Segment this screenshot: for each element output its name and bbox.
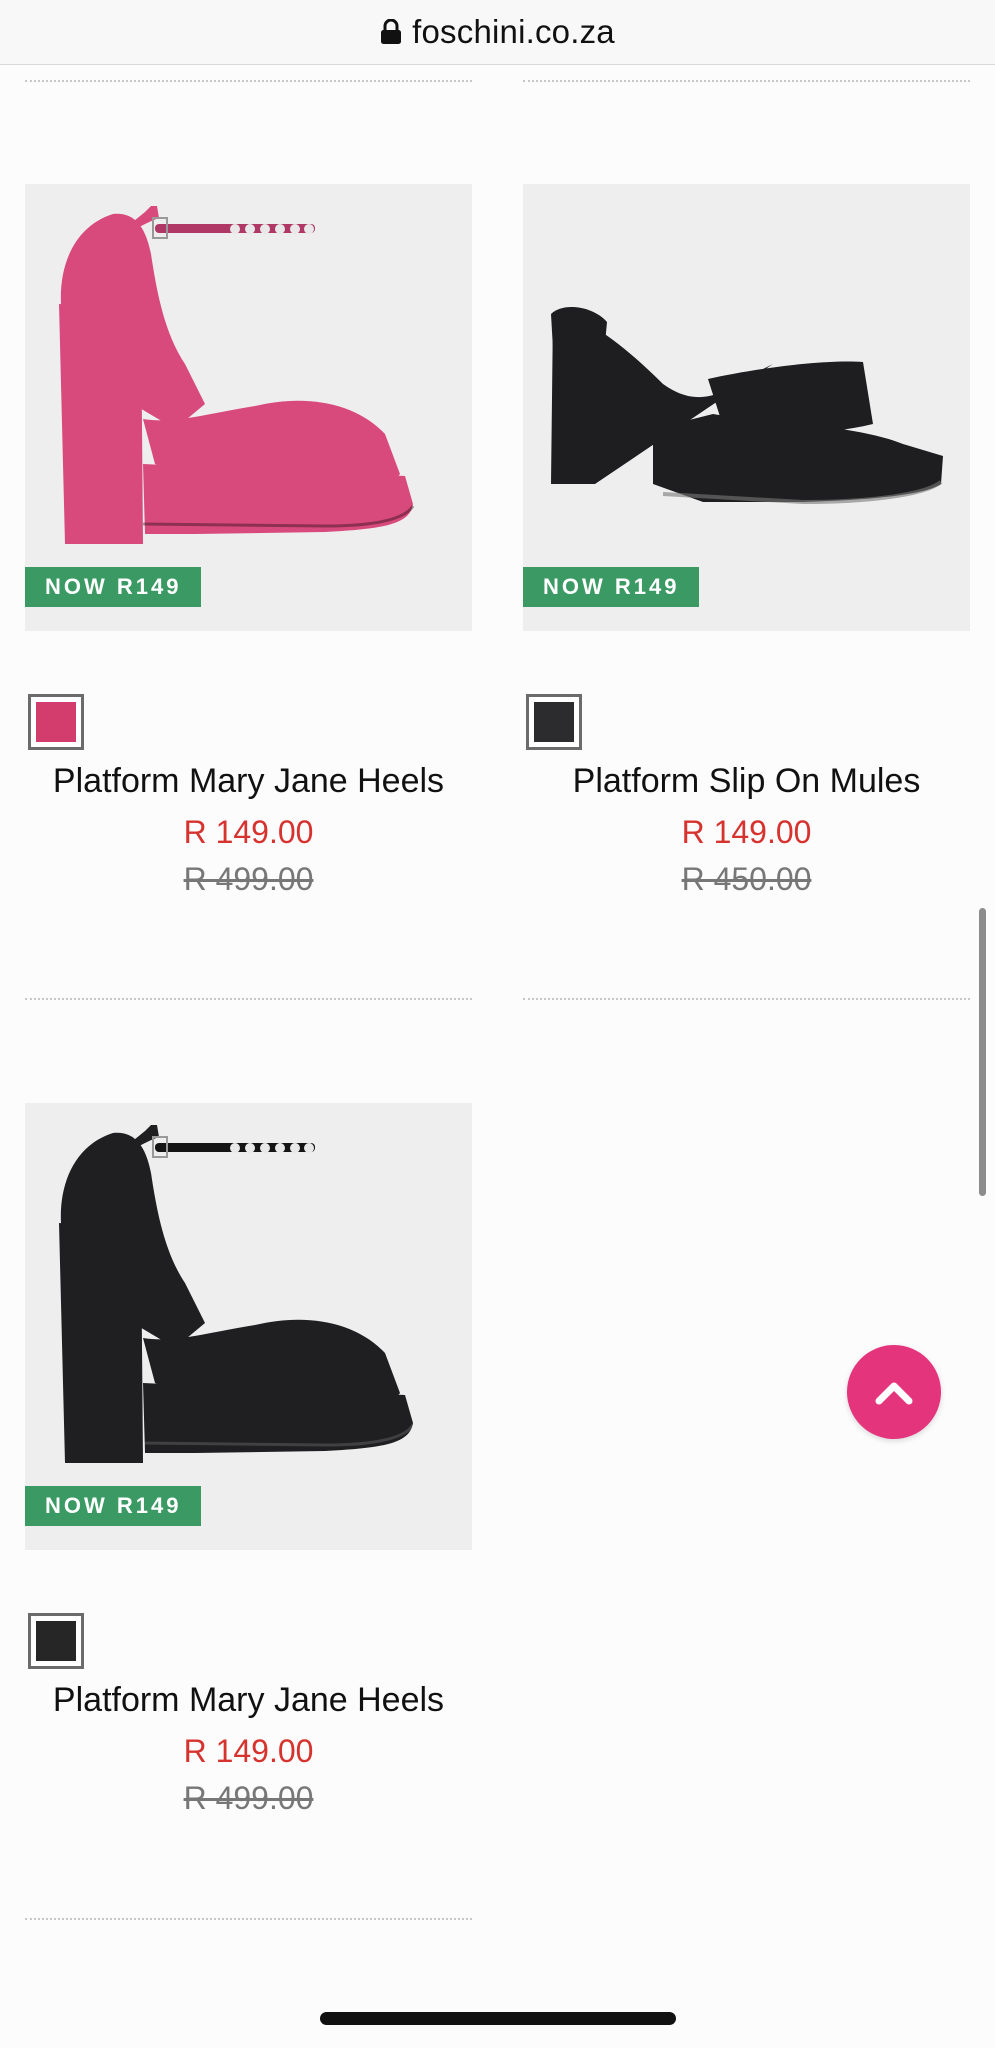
color-swatch[interactable] — [526, 694, 582, 750]
sale-price: R 149.00 — [183, 814, 314, 850]
sale-price: R 149.00 — [183, 1733, 314, 1769]
sale-price: R 149.00 — [681, 814, 812, 850]
color-swatch[interactable] — [28, 694, 84, 750]
sale-badge: NOW R149 — [523, 567, 700, 607]
original-price: R 499.00 — [183, 1780, 314, 1816]
page: foschini.co.za NOW R149 Platform Mary Ja… — [0, 0, 995, 2048]
product-card[interactable]: NOW R149 Platform Mary Jane Heels R 149.… — [25, 1103, 472, 1816]
swatch-fill — [534, 702, 574, 742]
mary-jane-heel-image — [59, 206, 415, 544]
product-name[interactable]: Platform Mary Jane Heels — [25, 1681, 472, 1720]
product-card[interactable]: NOW R149 Platform Mary Jane Heels R 149.… — [25, 184, 472, 897]
product-card[interactable]: NOW R149 Platform Slip On Mules R 149.00… — [523, 184, 970, 897]
url-domain: foschini.co.za — [412, 13, 615, 50]
swatch-fill — [36, 1621, 76, 1661]
original-price: R 499.00 — [183, 861, 314, 897]
mary-jane-heel-image — [59, 1125, 415, 1463]
chevron-up-icon — [875, 1382, 913, 1405]
sale-badge: NOW R149 — [25, 567, 202, 607]
scrollbar[interactable] — [979, 908, 986, 1196]
address-bar[interactable]: foschini.co.za — [0, 0, 995, 65]
back-to-top-button[interactable] — [847, 1345, 941, 1439]
product-image[interactable]: NOW R149 — [25, 184, 472, 631]
product-name[interactable]: Platform Slip On Mules — [523, 762, 970, 801]
swatch-fill — [36, 702, 76, 742]
lock-icon — [381, 19, 402, 44]
color-swatch[interactable] — [28, 1613, 84, 1669]
original-price: R 450.00 — [681, 861, 812, 897]
product-image[interactable]: NOW R149 — [523, 184, 970, 631]
row-divider — [25, 80, 472, 82]
row-divider — [25, 998, 472, 1000]
row-divider — [523, 998, 970, 1000]
sale-badge: NOW R149 — [25, 1486, 202, 1526]
product-name[interactable]: Platform Mary Jane Heels — [25, 762, 472, 801]
row-divider — [523, 80, 970, 82]
row-divider — [25, 1918, 472, 1920]
product-image[interactable]: NOW R149 — [25, 1103, 472, 1550]
home-indicator[interactable] — [320, 2012, 676, 2025]
slip-on-mule-image — [551, 307, 943, 505]
